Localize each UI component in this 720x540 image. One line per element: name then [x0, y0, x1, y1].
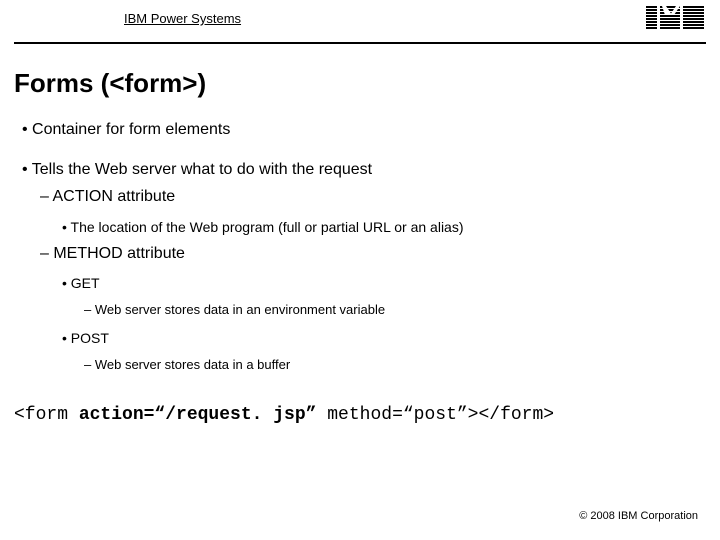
bullet-text: Web server stores data in a buffer — [95, 357, 290, 372]
ibm-logo-icon — [646, 6, 704, 30]
code-post: method=“post”></form> — [316, 405, 554, 425]
footer-copyright: © 2008 IBM Corporation — [579, 510, 698, 522]
content: Container for form elements Tells the We… — [22, 119, 698, 373]
bullet-post: POST Web server stores data in a buffer — [62, 329, 698, 373]
bullet-action-desc: The location of the Web program (full or… — [62, 218, 698, 237]
bullet-action: ACTION attribute The location of the Web… — [40, 186, 698, 236]
bullet-text: Tells the Web server what to do with the… — [32, 161, 372, 178]
header-label: IBM Power Systems — [124, 11, 241, 26]
code-bold: action=“/request. jsp” — [79, 405, 317, 425]
bullet-text: POST — [71, 330, 109, 346]
bullet-get-desc: Web server stores data in an environment… — [84, 301, 698, 319]
bullet-text: The location of the Web program (full or… — [71, 219, 464, 235]
code-pre: <form — [14, 405, 79, 425]
bullet-tells-server: Tells the Web server what to do with the… — [22, 159, 698, 374]
bullet-container: Container for form elements — [22, 119, 698, 141]
bullet-get: GET Web server stores data in an environ… — [62, 274, 698, 318]
bullet-method: METHOD attribute GET Web server stores d… — [40, 243, 698, 373]
bullet-text: Web server stores data in an environment… — [95, 302, 385, 317]
page-title: Forms (<form>) — [14, 68, 706, 99]
bullet-text: METHOD attribute — [53, 245, 185, 262]
bullet-text: Container for form elements — [32, 121, 230, 138]
header: IBM Power Systems — [14, 0, 706, 44]
bullet-text: ACTION attribute — [52, 188, 175, 205]
code-example: <form action=“/request. jsp” method=“pos… — [14, 405, 706, 425]
bullet-post-desc: Web server stores data in a buffer — [84, 356, 698, 374]
bullet-text: GET — [71, 275, 100, 291]
